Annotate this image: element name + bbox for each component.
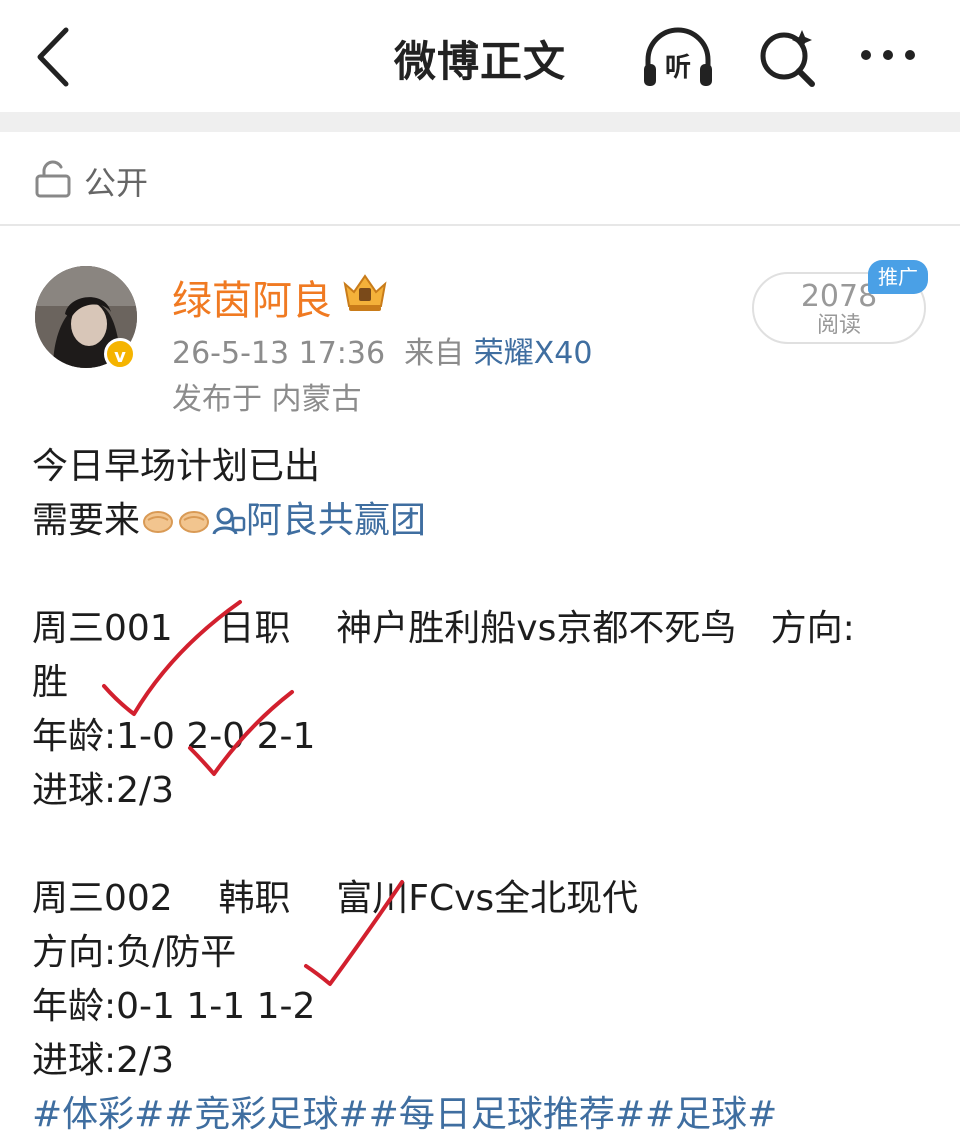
group-mention-icon [212, 500, 246, 536]
post-content: 今日早场计划已出 需要来 阿良共赢团 周三001 日职 神户胜利船vs京都不死鸟 … [32, 440, 932, 1142]
top-nav-bar: 微博正文 听 [0, 0, 960, 112]
privacy-label: 公开 [84, 164, 149, 202]
verified-badge: v [104, 338, 136, 370]
post-meta: 26-5-13 17:36 来自 荣耀X40 [172, 328, 592, 372]
privacy-row: 公开 [0, 132, 960, 226]
content-line: 方向:负/防平 [32, 932, 237, 973]
content-line: 周三001 日职 神户胜利船vs京都不死鸟 方向: [32, 608, 855, 649]
content-line: 需要来 阿良共赢团 [32, 494, 932, 548]
search-icon[interactable] [752, 24, 828, 90]
vip-crown-icon[interactable] [340, 270, 390, 314]
content-line: 今日早场计划已出 [32, 446, 321, 487]
post-timestamp: 26-5-13 17:36 [172, 336, 386, 371]
listen-label: 听 [665, 53, 691, 83]
more-icon[interactable] [856, 24, 932, 90]
read-count-label: 阅读 [816, 313, 861, 338]
listen-headphones-icon[interactable]: 听 [640, 24, 716, 90]
fist-emoji-icon [176, 498, 212, 533]
post-location: 发布于 内蒙古 [172, 382, 362, 417]
promo-tag[interactable]: 推广 [868, 260, 928, 294]
content-line: 进球:2/3 [32, 770, 175, 811]
divider-band [0, 112, 960, 132]
hashtag-links[interactable]: #体彩##竞彩足球##每日足球推荐##足球# [32, 1088, 932, 1142]
source-prefix: 来自 [404, 336, 465, 371]
content-line: 年龄:0-1 1-1 1-2 [32, 986, 316, 1027]
device-link[interactable]: 荣耀X40 [474, 336, 593, 371]
group-mention-link[interactable]: 阿良共赢团 [246, 500, 426, 541]
content-line: 周三002 韩职 富川FCvs全北现代 [32, 878, 639, 919]
content-line: 胜 [32, 662, 69, 703]
author-name[interactable]: 绿茵阿良 [172, 268, 332, 326]
lock-icon [34, 160, 72, 198]
content-line: 进球:2/3 [32, 1040, 175, 1081]
fist-emoji-icon [140, 498, 176, 533]
content-text: 需要来 [32, 500, 141, 541]
content-line: 年龄:1-0 2-0 2-1 [32, 716, 316, 757]
